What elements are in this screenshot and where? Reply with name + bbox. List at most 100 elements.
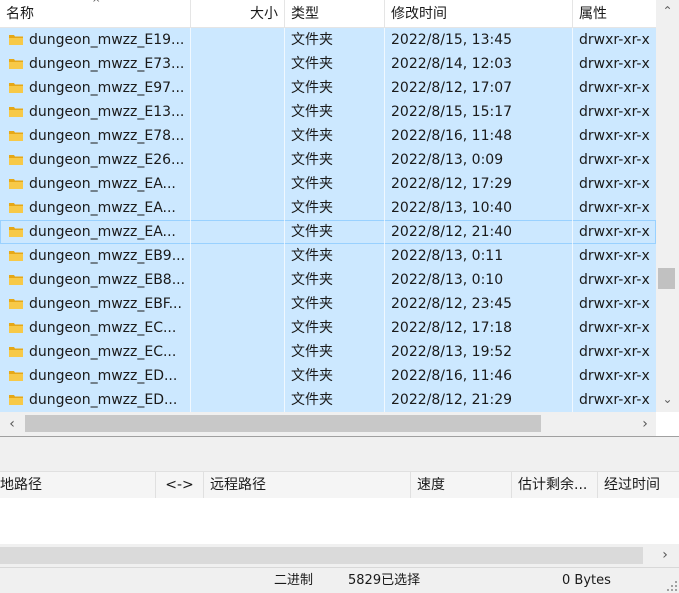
file-type: 文件夹	[291, 392, 333, 408]
file-modified: 2022/8/13, 19:52	[391, 344, 513, 360]
column-header-modified[interactable]: 修改时间	[385, 0, 573, 27]
queue-scroll-thumb[interactable]	[0, 547, 643, 564]
file-row[interactable]: dungeon_mwzz_ED... 文件夹 2022/8/12, 21:29 drw…	[0, 388, 656, 412]
file-modified: 2022/8/13, 0:09	[391, 152, 504, 168]
folder-icon	[9, 107, 23, 117]
file-row[interactable]: dungeon_mwzz_EA... 文件夹 2022/8/12, 17:29 drw…	[0, 172, 656, 196]
folder-icon	[9, 347, 23, 357]
file-row[interactable]: dungeon_mwzz_E78... 文件夹 2022/8/16, 11:48 dr…	[0, 124, 656, 148]
column-divider	[572, 28, 573, 412]
file-permissions: drwxr-xr-x	[579, 224, 650, 240]
file-row[interactable]: dungeon_mwzz_EA... 文件夹 2022/8/12, 21:40 drw…	[0, 220, 656, 244]
queue-column-direction[interactable]: <->	[156, 472, 204, 498]
file-name: dungeon_mwzz_E13...	[29, 104, 185, 120]
file-row[interactable]: dungeon_mwzz_EC... 文件夹 2022/8/12, 17:18 drw…	[0, 316, 656, 340]
file-row[interactable]: dungeon_mwzz_EB8... 文件夹 2022/8/13, 0:10 drw…	[0, 268, 656, 292]
file-row[interactable]: dungeon_mwzz_E19... 文件夹 2022/8/15, 13:45 dr…	[0, 28, 656, 52]
file-list-header: ^ 名称 大小 类型 修改时间 属性	[0, 0, 656, 28]
folder-icon	[9, 83, 23, 93]
file-permissions: drwxr-xr-x	[579, 248, 650, 264]
file-type: 文件夹	[291, 320, 333, 336]
folder-icon	[9, 371, 23, 381]
resize-grip-icon[interactable]	[667, 581, 677, 591]
transfer-queue-header: 地路径 <-> 远程路径 速度 估计剩余... 经过时间	[0, 471, 679, 499]
file-row[interactable]: dungeon_mwzz_ED... 文件夹 2022/8/16, 11:46 drw…	[0, 364, 656, 388]
horizontal-scroll-thumb[interactable]	[25, 415, 541, 432]
file-type: 文件夹	[291, 200, 333, 216]
file-row[interactable]: dungeon_mwzz_E26... 文件夹 2022/8/13, 0:09 drw…	[0, 148, 656, 172]
file-row[interactable]: dungeon_mwzz_E97... 文件夹 2022/8/12, 17:07 dr…	[0, 76, 656, 100]
queue-column-remote-path[interactable]: 远程路径	[204, 472, 411, 498]
file-type: 文件夹	[291, 176, 333, 192]
file-modified: 2022/8/12, 21:40	[391, 224, 513, 240]
file-modified: 2022/8/14, 12:03	[391, 56, 513, 72]
file-modified: 2022/8/12, 17:18	[391, 320, 513, 336]
scroll-left-icon[interactable]: ‹	[2, 412, 22, 436]
folder-icon	[9, 203, 23, 213]
vertical-scrollbar[interactable]	[656, 0, 679, 412]
vertical-scroll-thumb[interactable]	[658, 268, 675, 289]
transfer-mode[interactable]: 二进制	[274, 568, 313, 593]
file-permissions: drwxr-xr-x	[579, 176, 650, 192]
scroll-right-icon[interactable]: ›	[635, 412, 655, 436]
file-permissions: drwxr-xr-x	[579, 80, 650, 96]
file-modified: 2022/8/12, 21:29	[391, 392, 513, 408]
file-type: 文件夹	[291, 296, 333, 312]
file-row[interactable]: dungeon_mwzz_EA... 文件夹 2022/8/13, 10:40 drw…	[0, 196, 656, 220]
file-permissions: drwxr-xr-x	[579, 152, 650, 168]
file-row[interactable]: dungeon_mwzz_EBF... 文件夹 2022/8/12, 23:45 dr…	[0, 292, 656, 316]
status-bar: 二进制 5829已选择 0 Bytes	[0, 567, 679, 593]
transfer-queue-list[interactable]	[0, 498, 679, 544]
queue-column-elapsed[interactable]: 经过时间	[598, 472, 679, 498]
queue-column-remaining[interactable]: 估计剩余...	[512, 472, 598, 498]
file-permissions: drwxr-xr-x	[579, 272, 650, 288]
file-type: 文件夹	[291, 272, 333, 288]
pane-splitter[interactable]	[0, 437, 679, 471]
file-row[interactable]: dungeon_mwzz_E13... 文件夹 2022/8/15, 15:17 dr…	[0, 100, 656, 124]
queue-column-local-path[interactable]: 地路径	[0, 472, 156, 498]
file-name: dungeon_mwzz_EA...	[29, 176, 176, 192]
folder-icon	[9, 227, 23, 237]
column-divider	[190, 28, 191, 412]
selection-size: 0 Bytes	[562, 573, 611, 588]
scroll-down-icon[interactable]: ⌄	[656, 392, 679, 406]
file-name: dungeon_mwzz_EC...	[29, 320, 177, 336]
scroll-up-icon[interactable]: ⌃	[656, 4, 679, 18]
file-type: 文件夹	[291, 104, 333, 120]
file-permissions: drwxr-xr-x	[579, 104, 650, 120]
file-modified: 2022/8/16, 11:48	[391, 128, 513, 144]
folder-icon	[9, 179, 23, 189]
file-type: 文件夹	[291, 128, 333, 144]
file-row[interactable]: dungeon_mwzz_EB9... 文件夹 2022/8/13, 0:11 drw…	[0, 244, 656, 268]
file-modified: 2022/8/13, 10:40	[391, 200, 513, 216]
file-name: dungeon_mwzz_E26...	[29, 152, 185, 168]
file-modified: 2022/8/15, 13:45	[391, 32, 513, 48]
file-permissions: drwxr-xr-x	[579, 56, 650, 72]
column-header-permissions[interactable]: 属性	[573, 0, 656, 27]
folder-icon	[9, 35, 23, 45]
file-modified: 2022/8/12, 17:29	[391, 176, 513, 192]
folder-icon	[9, 155, 23, 165]
folder-icon	[9, 59, 23, 69]
column-header-size[interactable]: 大小	[191, 0, 285, 27]
file-modified: 2022/8/13, 0:11	[391, 248, 504, 264]
file-type: 文件夹	[291, 368, 333, 384]
queue-column-speed[interactable]: 速度	[411, 472, 512, 498]
column-divider	[384, 28, 385, 412]
file-row[interactable]: dungeon_mwzz_E73... 文件夹 2022/8/14, 12:03 dr…	[0, 52, 656, 76]
file-name: dungeon_mwzz_EA...	[29, 200, 176, 216]
column-header-type[interactable]: 类型	[285, 0, 385, 27]
file-type: 文件夹	[291, 224, 333, 240]
file-modified: 2022/8/15, 15:17	[391, 104, 513, 120]
file-permissions: drwxr-xr-x	[579, 296, 650, 312]
file-name: dungeon_mwzz_ED...	[29, 392, 178, 408]
file-row[interactable]: dungeon_mwzz_EC... 文件夹 2022/8/13, 19:52 drw…	[0, 340, 656, 364]
file-permissions: drwxr-xr-x	[579, 344, 650, 360]
folder-icon	[9, 395, 23, 405]
file-permissions: drwxr-xr-x	[579, 32, 650, 48]
queue-scroll-right-icon[interactable]: ›	[655, 544, 675, 567]
column-header-name[interactable]: ^ 名称	[0, 0, 191, 27]
selection-count: 5829已选择	[348, 573, 421, 588]
file-name: dungeon_mwzz_EA...	[29, 224, 176, 240]
file-name: dungeon_mwzz_E73...	[29, 56, 185, 72]
